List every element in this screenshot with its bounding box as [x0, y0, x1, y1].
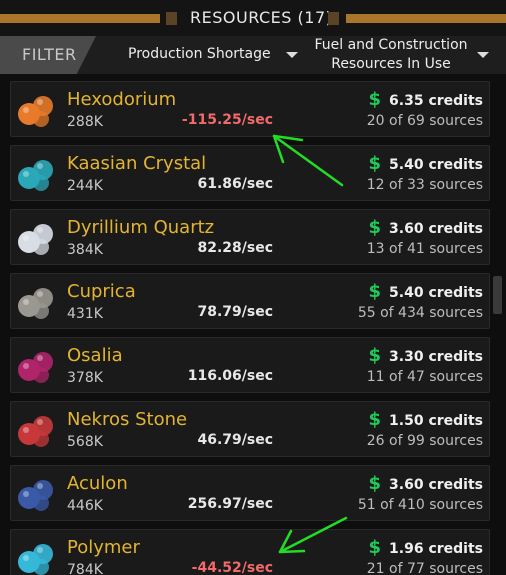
resource-credits: $1.96 credits — [369, 537, 484, 558]
resource-4-icon — [15, 344, 57, 386]
resource-sources: 11 of 47 sources — [366, 369, 483, 385]
resource-rate: 256.97/sec — [187, 496, 273, 512]
resource-rate: 46.79/sec — [197, 432, 273, 448]
credits-value: 3.30 credits — [389, 349, 483, 365]
resource-3-icon — [15, 280, 57, 322]
credits-value: 1.50 credits — [389, 413, 483, 429]
resource-row[interactable]: Nekros Stone 568K 46.79/sec $1.50 credits 26… — [10, 401, 490, 457]
resource-name: Nekros Stone — [67, 409, 188, 430]
resource-rate: 82.28/sec — [197, 240, 273, 256]
resource-row[interactable]: Dyrillium Quartz 384K 82.28/sec $3.60 credi… — [10, 209, 490, 265]
resource-7-icon — [15, 536, 57, 575]
resource-amount: 384K — [67, 242, 103, 258]
resource-row[interactable]: Osalia 378K 116.06/sec $3.30 credits 11 of 4… — [10, 337, 490, 393]
resource-row[interactable]: Polymer 784K -44.52/sec $1.96 credits 21 of … — [10, 529, 490, 575]
resource-sources: 12 of 33 sources — [366, 177, 483, 193]
chevron-down-icon[interactable] — [477, 52, 489, 58]
resource-sources: 13 of 41 sources — [366, 241, 483, 257]
credits-value: 3.60 credits — [389, 477, 483, 493]
resource-rate: 78.79/sec — [197, 304, 273, 320]
resource-name: Kaasian Crystal — [67, 153, 207, 174]
resource-name: Osalia — [67, 345, 123, 366]
dollar-icon: $ — [368, 153, 382, 174]
resource-rate: 61.86/sec — [197, 176, 273, 192]
dollar-icon: $ — [368, 537, 382, 558]
resources-header: RESOURCES (17) — [0, 0, 506, 36]
resource-list[interactable]: Hexodorium 288K -115.25/sec $6.35 credits 20… — [0, 78, 506, 575]
resource-amount: 431K — [67, 306, 103, 322]
resource-amount: 288K — [67, 114, 103, 130]
resource-scope-dropdown[interactable]: Fuel and Construction Resources In Use — [312, 36, 470, 74]
resource-name: Polymer — [67, 537, 140, 558]
resource-sources: 51 of 410 sources — [357, 497, 483, 513]
production-shortage-dropdown[interactable]: Production Shortage — [128, 45, 271, 64]
resource-sources: 20 of 69 sources — [366, 113, 483, 129]
resource-amount: 568K — [67, 434, 103, 450]
resource-row[interactable]: Kaasian Crystal 244K 61.86/sec $5.40 credit… — [10, 145, 490, 201]
resource-credits: $5.40 credits — [369, 153, 484, 174]
resource-rate: -115.25/sec — [181, 112, 273, 128]
resource-amount: 446K — [67, 498, 103, 514]
resource-2-icon — [15, 216, 57, 258]
resource-credits: $3.60 credits — [369, 473, 484, 494]
credits-value: 6.35 credits — [389, 93, 483, 109]
resource-row[interactable]: Aculon 446K 256.97/sec $3.60 credits 51 of 4… — [10, 465, 490, 521]
credits-value: 3.60 credits — [389, 221, 483, 237]
resource-sources: 26 of 99 sources — [366, 433, 483, 449]
resource-5-icon — [15, 408, 57, 450]
chevron-down-icon[interactable] — [286, 52, 298, 58]
scrollbar-thumb[interactable] — [493, 276, 502, 314]
filter-button[interactable]: FILTER — [0, 36, 96, 74]
dollar-icon: $ — [368, 473, 382, 494]
dollar-icon: $ — [368, 409, 382, 430]
dollar-icon: $ — [368, 89, 382, 110]
resource-row[interactable]: Hexodorium 288K -115.25/sec $6.35 credits 20… — [10, 81, 490, 137]
dropdown-label: Production Shortage — [128, 46, 271, 62]
dollar-icon: $ — [368, 217, 382, 238]
credits-value: 5.40 credits — [389, 285, 483, 301]
filter-label: FILTER — [22, 45, 77, 64]
header-stripe-left — [0, 14, 160, 23]
dollar-icon: $ — [368, 345, 382, 366]
credits-value: 5.40 credits — [389, 157, 483, 173]
dollar-icon: $ — [368, 281, 382, 302]
resource-rate: 116.06/sec — [187, 368, 273, 384]
resource-0-icon — [15, 88, 57, 130]
header-stripe-right — [346, 14, 506, 23]
resource-sources: 55 of 434 sources — [357, 305, 483, 321]
resource-name: Cuprica — [67, 281, 136, 302]
resource-name: Aculon — [67, 473, 128, 494]
resource-6-icon — [15, 472, 57, 514]
header-ornament-right — [328, 12, 339, 25]
resource-1-icon — [15, 152, 57, 194]
resource-credits: $3.30 credits — [369, 345, 484, 366]
resource-amount: 784K — [67, 562, 103, 575]
credits-value: 1.96 credits — [389, 541, 483, 557]
resource-row[interactable]: Cuprica 431K 78.79/sec $5.40 credits 55 of 4… — [10, 273, 490, 329]
resource-credits: $6.35 credits — [369, 89, 484, 110]
filter-bar: FILTER Production Shortage Fuel and Cons… — [0, 36, 506, 74]
header-ornament-left — [166, 12, 177, 25]
dropdown-label-line1: Fuel and Construction — [314, 37, 468, 53]
resource-amount: 378K — [67, 370, 103, 386]
resource-name: Dyrillium Quartz — [67, 217, 215, 238]
resource-sources: 21 of 77 sources — [366, 561, 483, 575]
dropdown-label-line2: Resources In Use — [331, 56, 451, 72]
resource-credits: $5.40 credits — [369, 281, 484, 302]
resource-credits: $3.60 credits — [369, 217, 484, 238]
page-title: RESOURCES (17) — [190, 8, 333, 27]
resource-name: Hexodorium — [67, 89, 177, 110]
resource-amount: 244K — [67, 178, 103, 194]
resource-credits: $1.50 credits — [369, 409, 484, 430]
resource-rate: -44.52/sec — [191, 560, 273, 575]
